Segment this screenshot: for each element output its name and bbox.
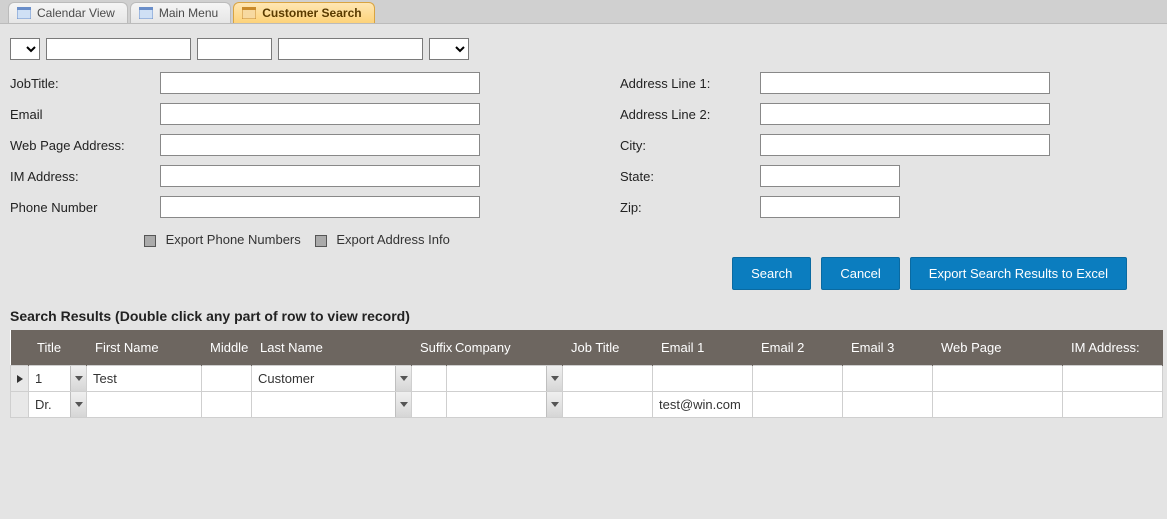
cell-email1[interactable]: test@win.com xyxy=(653,392,753,418)
state-input[interactable] xyxy=(760,165,900,187)
cell-job[interactable] xyxy=(563,366,653,392)
cell-im[interactable] xyxy=(1063,392,1163,418)
cell-job[interactable] xyxy=(563,392,653,418)
im-label: IM Address: xyxy=(10,169,160,184)
cancel-button[interactable]: Cancel xyxy=(821,257,899,290)
dropdown-button[interactable] xyxy=(546,392,562,417)
cell-title[interactable]: Dr. xyxy=(29,392,87,418)
col-last[interactable]: Last Name xyxy=(252,330,412,366)
row-selector-header xyxy=(11,330,29,366)
cell-last[interactable]: Customer xyxy=(252,366,412,392)
checkbox-icon xyxy=(144,235,156,247)
dropdown-button[interactable] xyxy=(70,392,86,417)
export-phone-label: Export Phone Numbers xyxy=(166,232,301,247)
tab-label: Customer Search xyxy=(262,6,361,20)
results-grid: Title First Name Middle Last Name Suffix… xyxy=(10,330,1157,418)
cell-email2[interactable] xyxy=(753,392,843,418)
cell-company[interactable] xyxy=(447,366,563,392)
col-title[interactable]: Title xyxy=(29,330,87,366)
tab-label: Main Menu xyxy=(159,6,218,20)
cell-middle[interactable] xyxy=(202,366,252,392)
first-name-input[interactable] xyxy=(46,38,191,60)
addr2-input[interactable] xyxy=(760,103,1050,125)
row-selector[interactable] xyxy=(11,366,29,392)
cell-email2[interactable] xyxy=(753,366,843,392)
tab-main-menu[interactable]: Main Menu xyxy=(130,2,231,23)
cell-web[interactable] xyxy=(933,392,1063,418)
city-label: City: xyxy=(620,138,760,153)
jobtitle-label: JobTitle: xyxy=(10,76,160,91)
cell-email3[interactable] xyxy=(843,392,933,418)
tab-bar: Calendar View Main Menu Customer Search xyxy=(0,0,1167,24)
jobtitle-input[interactable] xyxy=(160,72,480,94)
middle-input[interactable] xyxy=(197,38,272,60)
addr1-label: Address Line 1: xyxy=(620,76,760,91)
addr1-input[interactable] xyxy=(760,72,1050,94)
cell-company[interactable] xyxy=(447,392,563,418)
dropdown-button[interactable] xyxy=(70,366,86,391)
cell-suffix[interactable] xyxy=(412,366,447,392)
col-middle[interactable]: Middle xyxy=(202,330,252,366)
cell-title[interactable]: 1 xyxy=(29,366,87,392)
cell-first[interactable] xyxy=(87,392,202,418)
cell-first[interactable]: Test xyxy=(87,366,202,392)
col-first[interactable]: First Name xyxy=(87,330,202,366)
table-row[interactable]: 1Test Customer xyxy=(11,366,1163,392)
cell-suffix[interactable] xyxy=(412,392,447,418)
top-name-row xyxy=(0,24,1167,68)
export-excel-button[interactable]: Export Search Results to Excel xyxy=(910,257,1127,290)
checkbox-icon xyxy=(315,235,327,247)
search-button[interactable]: Search xyxy=(732,257,811,290)
form-icon xyxy=(242,7,256,19)
col-company[interactable]: Company xyxy=(447,330,563,366)
state-label: State: xyxy=(620,169,760,184)
phone-input[interactable] xyxy=(160,196,480,218)
col-email1[interactable]: Email 1 xyxy=(653,330,753,366)
cell-middle[interactable] xyxy=(202,392,252,418)
city-input[interactable] xyxy=(760,134,1050,156)
web-input[interactable] xyxy=(160,134,480,156)
im-input[interactable] xyxy=(160,165,480,187)
cell-last[interactable] xyxy=(252,392,412,418)
email-label: Email xyxy=(10,107,160,122)
zip-input[interactable] xyxy=(760,196,900,218)
export-phone-check[interactable]: Export Phone Numbers xyxy=(144,232,301,247)
export-address-label: Export Address Info xyxy=(336,232,449,247)
form-icon xyxy=(139,7,153,19)
phone-label: Phone Number xyxy=(10,200,160,215)
col-suffix[interactable]: Suffix xyxy=(412,330,447,366)
web-label: Web Page Address: xyxy=(10,138,160,153)
email-input[interactable] xyxy=(160,103,480,125)
results-title: Search Results (Double click any part of… xyxy=(0,304,1167,330)
suffix-combo[interactable] xyxy=(429,38,469,60)
export-checks-row: Export Phone Numbers Export Address Info xyxy=(0,226,1167,257)
dropdown-button[interactable] xyxy=(546,366,562,391)
export-address-check[interactable]: Export Address Info xyxy=(315,232,450,247)
cell-web[interactable] xyxy=(933,366,1063,392)
col-job[interactable]: Job Title xyxy=(563,330,653,366)
zip-label: Zip: xyxy=(620,200,760,215)
action-row: Search Cancel Export Search Results to E… xyxy=(0,257,1167,304)
col-im[interactable]: IM Address: xyxy=(1063,330,1163,366)
dropdown-button[interactable] xyxy=(395,366,411,391)
title-combo[interactable] xyxy=(10,38,40,60)
addr2-label: Address Line 2: xyxy=(620,107,760,122)
tab-calendar-view[interactable]: Calendar View xyxy=(8,2,128,23)
last-name-input[interactable] xyxy=(278,38,423,60)
col-web[interactable]: Web Page xyxy=(933,330,1063,366)
cell-email1[interactable] xyxy=(653,366,753,392)
cell-im[interactable] xyxy=(1063,366,1163,392)
form-icon xyxy=(17,7,31,19)
criteria-grid: JobTitle: Address Line 1: Email Address … xyxy=(0,68,1167,226)
table-row[interactable]: Dr. test@win.com xyxy=(11,392,1163,418)
cell-email3[interactable] xyxy=(843,366,933,392)
row-selector[interactable] xyxy=(11,392,29,418)
results-header-row: Title First Name Middle Last Name Suffix… xyxy=(11,330,1163,366)
col-email2[interactable]: Email 2 xyxy=(753,330,843,366)
dropdown-button[interactable] xyxy=(395,392,411,417)
col-email3[interactable]: Email 3 xyxy=(843,330,933,366)
tab-label: Calendar View xyxy=(37,6,115,20)
tab-customer-search[interactable]: Customer Search xyxy=(233,2,374,23)
